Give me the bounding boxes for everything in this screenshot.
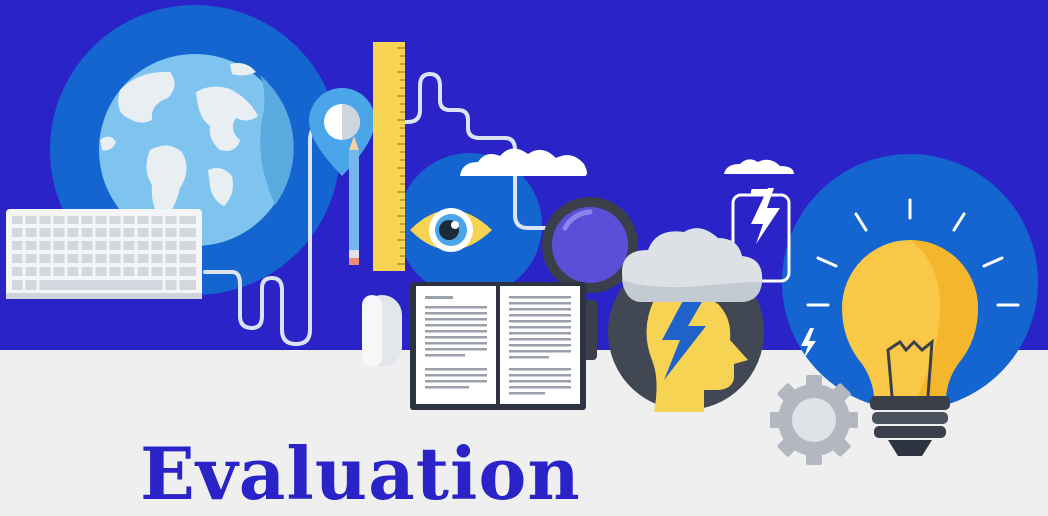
- mouse-icon: [362, 295, 402, 367]
- pencil-icon: [349, 136, 359, 265]
- ruler-icon: [373, 42, 405, 271]
- book-icon: [410, 282, 586, 410]
- thinking-head-icon: [608, 228, 764, 412]
- page-title: Evaluation: [140, 431, 581, 516]
- hero-illustration: [0, 0, 1048, 470]
- gear-icon: [770, 375, 858, 465]
- keyboard-icon: [6, 209, 202, 299]
